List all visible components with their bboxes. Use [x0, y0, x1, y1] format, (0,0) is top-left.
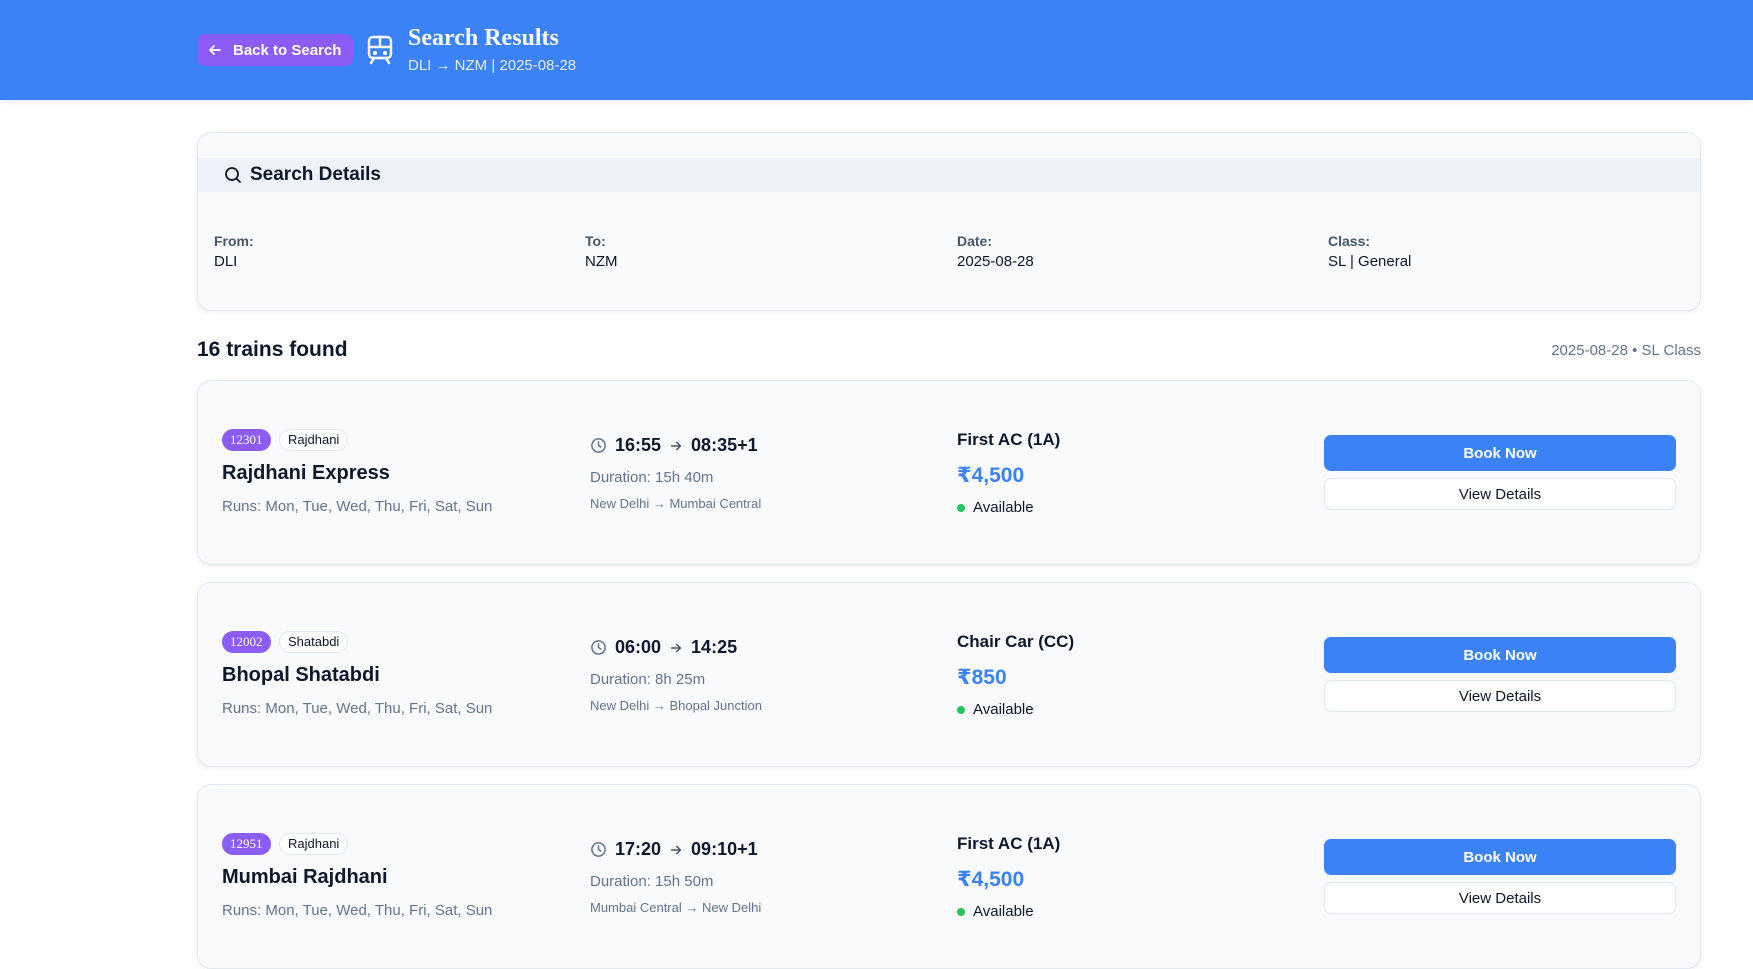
search-details-title: Search Details	[250, 164, 381, 185]
train-name: Rajdhani Express	[222, 462, 390, 484]
train-name: Mumbai Rajdhani	[222, 866, 388, 888]
train-type-badge: Rajdhani	[279, 833, 349, 855]
arrow-left-icon	[209, 45, 221, 55]
detail-label: To:	[585, 233, 606, 249]
train-timing: 06:00 14:25	[590, 637, 737, 658]
page-subtitle: DLI → NZM | 2025-08-28	[408, 57, 577, 74]
available-dot-icon	[957, 503, 965, 512]
train-card: 12002 Shatabdi Bhopal Shatabdi Runs: Mon…	[197, 582, 1701, 767]
search-details-card: Search Details From: DLI To: NZM Date: 2…	[197, 132, 1701, 311]
availability-status: Available	[957, 903, 1034, 920]
book-now-button[interactable]: Book Now	[1324, 435, 1676, 471]
train-number-badge: 12951	[222, 833, 271, 855]
back-to-search-button[interactable]: Back to Search	[197, 34, 354, 66]
detail-date: Date: 2025-08-28	[957, 233, 1034, 270]
availability-label: Available	[973, 701, 1034, 718]
search-details-header: Search Details	[198, 158, 1700, 192]
train-route: New Delhi → Bhopal Junction	[590, 698, 762, 713]
clock-icon	[591, 842, 606, 857]
clock-icon	[591, 438, 606, 453]
train-class: Chair Car (CC)	[957, 632, 1075, 651]
train-type-badge: Rajdhani	[279, 429, 349, 451]
train-name: Bhopal Shatabdi	[222, 664, 380, 686]
arrival-time: 09:10+1	[691, 839, 758, 859]
train-class: First AC (1A)	[957, 430, 1061, 449]
view-details-button[interactable]: View Details	[1324, 882, 1676, 914]
train-number-badge: 12301	[222, 429, 271, 451]
availability-label: Available	[973, 499, 1034, 516]
train-runs: Runs: Mon, Tue, Wed, Thu, Fri, Sat, Sun	[222, 700, 493, 717]
train-route: New Delhi → Mumbai Central	[590, 496, 762, 511]
arrow-right-icon	[670, 441, 682, 450]
train-duration: Duration: 15h 50m	[590, 873, 714, 890]
departure-time: 17:20	[615, 839, 662, 859]
train-route: Mumbai Central → New Delhi	[590, 900, 762, 915]
back-to-search-label: Back to Search	[233, 41, 342, 59]
train-number-badge: 12002	[222, 631, 271, 653]
detail-label: Date:	[957, 233, 993, 249]
departure-time: 06:00	[615, 637, 662, 657]
detail-label: From:	[214, 233, 254, 249]
train-type-badge: Shatabdi	[279, 631, 349, 653]
clock-icon	[591, 640, 606, 655]
detail-class: Class: SL | General	[1328, 233, 1411, 270]
arrival-time: 14:25	[691, 637, 738, 657]
view-details-button[interactable]: View Details	[1324, 478, 1676, 510]
availability-label: Available	[973, 903, 1034, 920]
detail-to: To: NZM	[585, 233, 618, 270]
book-now-button[interactable]: Book Now	[1324, 637, 1676, 673]
train-price: ₹4,500	[957, 464, 1025, 487]
search-icon	[225, 167, 241, 183]
results-meta: 2025-08-28 • SL Class	[1551, 342, 1701, 359]
train-duration: Duration: 15h 40m	[590, 469, 714, 486]
train-icon	[367, 35, 393, 65]
train-timing: 17:20 09:10+1	[590, 839, 758, 860]
detail-value: 2025-08-28	[957, 253, 1034, 270]
train-class: First AC (1A)	[957, 834, 1061, 853]
view-details-button[interactable]: View Details	[1324, 680, 1676, 712]
arrow-right-icon	[670, 845, 682, 854]
detail-value: DLI	[214, 253, 238, 270]
train-card: 12301 Rajdhani Rajdhani Express Runs: Mo…	[197, 380, 1701, 565]
train-duration: Duration: 8h 25m	[590, 671, 706, 688]
arrival-time: 08:35+1	[691, 435, 758, 455]
detail-value: SL | General	[1328, 253, 1412, 270]
page-title: Search Results	[408, 25, 559, 51]
results-count: 16 trains found	[197, 338, 348, 361]
detail-from: From: DLI	[214, 233, 254, 270]
train-price: ₹850	[957, 666, 1007, 689]
book-now-button[interactable]: Book Now	[1324, 839, 1676, 875]
train-price: ₹4,500	[957, 868, 1025, 891]
train-card: 12951 Rajdhani Mumbai Rajdhani Runs: Mon…	[197, 784, 1701, 969]
detail-value: NZM	[585, 253, 618, 270]
top-header: Back to Search Search Results DLI → NZM …	[0, 0, 1753, 100]
departure-time: 16:55	[615, 435, 662, 455]
train-runs: Runs: Mon, Tue, Wed, Thu, Fri, Sat, Sun	[222, 498, 493, 515]
train-runs: Runs: Mon, Tue, Wed, Thu, Fri, Sat, Sun	[222, 902, 493, 919]
availability-status: Available	[957, 499, 1034, 516]
train-timing: 16:55 08:35+1	[590, 435, 758, 456]
availability-status: Available	[957, 701, 1034, 718]
detail-label: Class:	[1328, 233, 1371, 249]
arrow-right-icon	[670, 643, 682, 652]
available-dot-icon	[957, 705, 965, 714]
